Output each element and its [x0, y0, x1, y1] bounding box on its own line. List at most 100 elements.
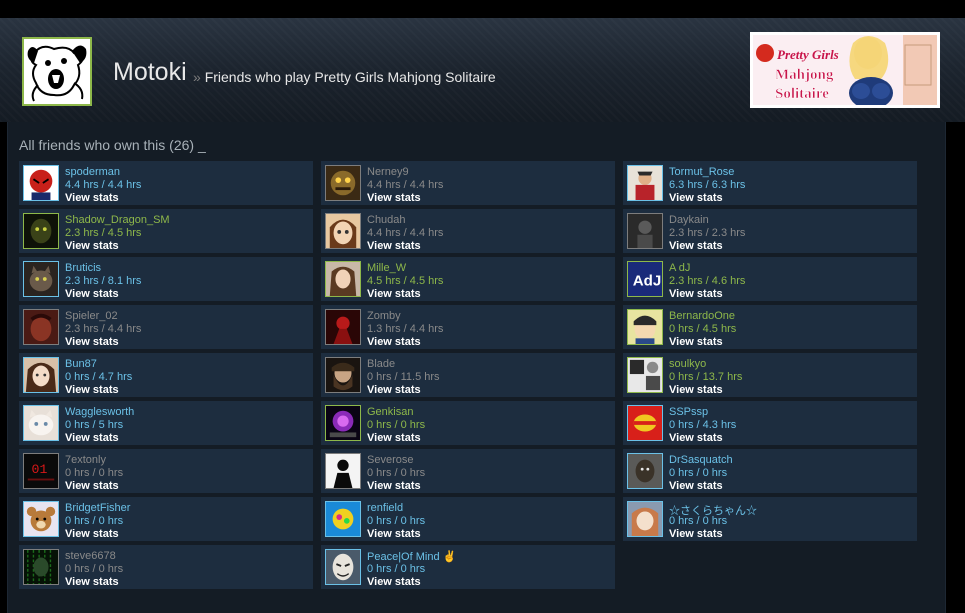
dark-figure-avatar[interactable]: [627, 213, 663, 249]
friend-card[interactable]: BernardoOne 0 hrs / 4.5 hrs View stats: [623, 305, 917, 349]
friend-name[interactable]: BridgetFisher: [65, 502, 130, 514]
anime-face-avatar[interactable]: [325, 213, 361, 249]
friend-name[interactable]: Shadow_Dragon_SM: [65, 214, 170, 226]
friend-card[interactable]: Daykain 2.3 hrs / 2.3 hrs View stats: [623, 209, 917, 253]
purple-orb-avatar[interactable]: [325, 405, 361, 441]
friend-card[interactable]: Peace|Of Mind ✌ 0 hrs / 0 hrs View stats: [321, 545, 615, 589]
friend-card[interactable]: Shadow_Dragon_SM 2.3 hrs / 4.5 hrs View st…: [19, 209, 313, 253]
view-stats-link[interactable]: View stats: [65, 528, 119, 540]
friend-card[interactable]: ☆さくらちゃん☆ 0 hrs / 0 hrs View stats: [623, 497, 917, 541]
view-stats-link[interactable]: View stats: [669, 336, 723, 348]
view-stats-link[interactable]: View stats: [669, 192, 723, 204]
red-face-avatar[interactable]: [23, 309, 59, 345]
friend-name[interactable]: renfield: [367, 502, 403, 514]
kitten-avatar[interactable]: [23, 405, 59, 441]
friend-card[interactable]: Mille_W 4.5 hrs / 4.5 hrs View stats: [321, 257, 615, 301]
friend-name[interactable]: Bruticis: [65, 262, 101, 274]
friend-name[interactable]: Severose: [367, 454, 413, 466]
mask-avatar[interactable]: [325, 549, 361, 585]
text-01-avatar[interactable]: 01: [23, 453, 59, 489]
view-stats-link[interactable]: View stats: [669, 528, 723, 540]
view-stats-link[interactable]: View stats: [669, 432, 723, 444]
friend-name[interactable]: Mille_W: [367, 262, 406, 274]
user-avatar[interactable]: [22, 37, 92, 106]
friend-name[interactable]: 7extonly: [65, 454, 106, 466]
friend-card[interactable]: Tormut_Rose 6.3 hrs / 6.3 hrs View stats: [623, 161, 917, 205]
friend-card[interactable]: Severose 0 hrs / 0 hrs View stats: [321, 449, 615, 493]
view-stats-link[interactable]: View stats: [367, 432, 421, 444]
friend-card[interactable]: Wagglesworth 0 hrs / 5 hrs View stats: [19, 401, 313, 445]
adj-logo-avatar[interactable]: AdJ: [627, 261, 663, 297]
friend-name[interactable]: Genkisan: [367, 406, 413, 418]
friend-card[interactable]: Chudah 4.4 hrs / 4.4 hrs View stats: [321, 209, 615, 253]
view-stats-link[interactable]: View stats: [65, 432, 119, 444]
view-stats-link[interactable]: View stats: [65, 192, 119, 204]
friend-name[interactable]: Nerney9: [367, 166, 409, 178]
game-logo[interactable]: Pretty Girls Mahjong Solitaire: [750, 32, 940, 108]
view-stats-link[interactable]: View stats: [367, 240, 421, 252]
friend-name[interactable]: spoderman: [65, 166, 120, 178]
friend-card[interactable]: DrSasquatch 0 hrs / 0 hrs View stats: [623, 449, 917, 493]
friend-card[interactable]: 01 7extonly 0 hrs / 0 hrs View stats: [19, 449, 313, 493]
friend-name[interactable]: A dJ: [669, 262, 690, 274]
view-stats-link[interactable]: View stats: [367, 288, 421, 300]
friend-card[interactable]: BridgetFisher 0 hrs / 0 hrs View stats: [19, 497, 313, 541]
view-stats-link[interactable]: View stats: [669, 288, 723, 300]
friend-name[interactable]: Spieler_02: [65, 310, 118, 322]
cartoon-avatar[interactable]: [627, 309, 663, 345]
sasquatch-avatar[interactable]: [627, 453, 663, 489]
view-stats-link[interactable]: View stats: [65, 288, 119, 300]
friend-name[interactable]: Blade: [367, 358, 395, 370]
friend-card[interactable]: Spieler_02 2.3 hrs / 4.4 hrs View stats: [19, 305, 313, 349]
red-figure-avatar[interactable]: [325, 309, 361, 345]
friend-name[interactable]: Wagglesworth: [65, 406, 134, 418]
view-stats-link[interactable]: View stats: [65, 384, 119, 396]
silhouette-avatar[interactable]: [325, 453, 361, 489]
red-mask-avatar[interactable]: [23, 165, 59, 201]
friend-card[interactable]: Blade 0 hrs / 11.5 hrs View stats: [321, 353, 615, 397]
friend-card[interactable]: Nerney9 4.4 hrs / 4.4 hrs View stats: [321, 161, 615, 205]
sakura-avatar[interactable]: [627, 501, 663, 537]
view-stats-link[interactable]: View stats: [367, 336, 421, 348]
friend-card[interactable]: Bun87 0 hrs / 4.7 hrs View stats: [19, 353, 313, 397]
girl-face-avatar[interactable]: [23, 357, 59, 393]
friend-card[interactable]: Bruticis 2.3 hrs / 8.1 hrs View stats: [19, 257, 313, 301]
friend-card[interactable]: Genkisan 0 hrs / 0 hrs View stats: [321, 401, 615, 445]
view-stats-link[interactable]: View stats: [367, 576, 421, 588]
friend-name[interactable]: DrSasquatch: [669, 454, 733, 466]
friend-card[interactable]: SSPssp 0 hrs / 4.3 hrs View stats: [623, 401, 917, 445]
friend-name[interactable]: Bun87: [65, 358, 97, 370]
view-stats-link[interactable]: View stats: [669, 240, 723, 252]
friend-card[interactable]: renfield 0 hrs / 0 hrs View stats: [321, 497, 615, 541]
view-stats-link[interactable]: View stats: [367, 384, 421, 396]
friend-name[interactable]: Daykain: [669, 214, 709, 226]
view-stats-link[interactable]: View stats: [65, 240, 119, 252]
view-stats-link[interactable]: View stats: [65, 480, 119, 492]
friend-name[interactable]: Peace|Of Mind ✌: [367, 550, 456, 563]
user-name[interactable]: Motoki: [113, 58, 187, 87]
view-stats-link[interactable]: View stats: [367, 192, 421, 204]
friend-name[interactable]: Zomby: [367, 310, 401, 322]
dark-dragon-avatar[interactable]: [23, 213, 59, 249]
view-stats-link[interactable]: View stats: [65, 336, 119, 348]
bear-avatar[interactable]: [23, 501, 59, 537]
friend-card[interactable]: steve6678 0 hrs / 0 hrs View stats: [19, 545, 313, 589]
creature-avatar[interactable]: [325, 165, 361, 201]
bearded-man-avatar[interactable]: [325, 357, 361, 393]
friend-name[interactable]: steve6678: [65, 550, 116, 562]
fighter-avatar[interactable]: [627, 165, 663, 201]
friend-card[interactable]: Zomby 1.3 hrs / 4.4 hrs View stats: [321, 305, 615, 349]
colorful-avatar[interactable]: [325, 501, 361, 537]
friend-name[interactable]: soulkyo: [669, 358, 706, 370]
friend-card[interactable]: spoderman 4.4 hrs / 4.4 hrs View stats: [19, 161, 313, 205]
view-stats-link[interactable]: View stats: [65, 576, 119, 588]
view-stats-link[interactable]: View stats: [669, 384, 723, 396]
friend-name[interactable]: Chudah: [367, 214, 406, 226]
friend-name[interactable]: SSPssp: [669, 406, 708, 418]
friend-card[interactable]: AdJ A dJ 2.3 hrs / 4.6 hrs View stats: [623, 257, 917, 301]
friend-name[interactable]: Tormut_Rose: [669, 166, 734, 178]
green-matrix-avatar[interactable]: [23, 549, 59, 585]
girl-avatar[interactable]: [325, 261, 361, 297]
red-yellow-avatar[interactable]: [627, 405, 663, 441]
view-stats-link[interactable]: View stats: [367, 480, 421, 492]
